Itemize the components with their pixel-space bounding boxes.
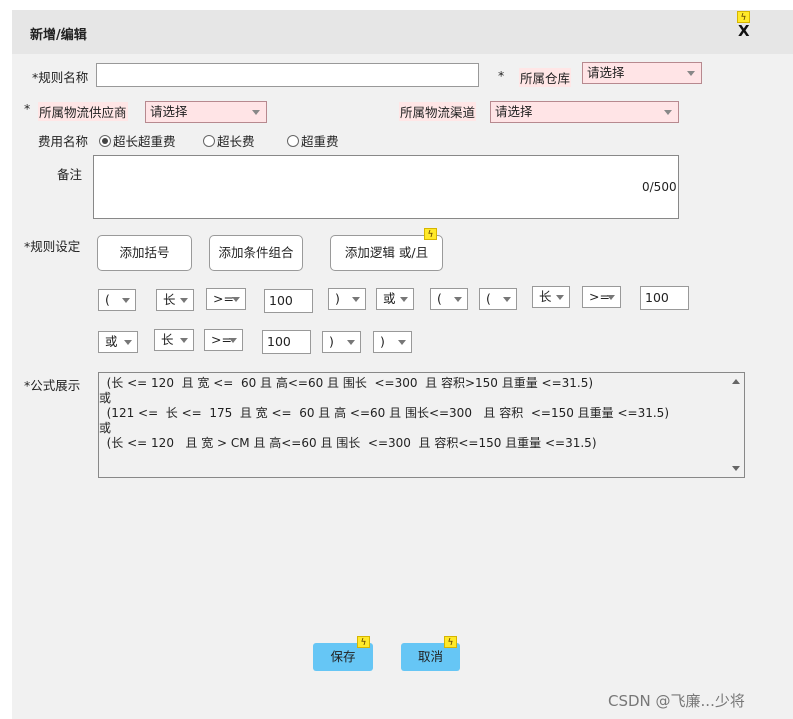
add-logic-button[interactable]: 添加逻辑 或/且 — [330, 235, 443, 271]
chevron-down-icon — [122, 298, 130, 303]
supplier-required-star: * — [24, 101, 31, 116]
bolt-icon: ϟ — [424, 228, 437, 240]
condition-select[interactable]: ( — [98, 289, 136, 311]
condition-select[interactable]: ( — [430, 288, 468, 310]
chevron-down-icon — [400, 297, 408, 302]
chevron-down-icon — [556, 295, 564, 300]
rules-label: *规则设定 — [24, 239, 81, 254]
chevron-down-icon — [180, 298, 188, 303]
chevron-down-icon — [454, 297, 462, 302]
chevron-down-icon — [503, 297, 511, 302]
radio-icon — [287, 135, 299, 147]
chevron-down-icon — [124, 340, 132, 345]
formula-line: (长 <= 120 且 宽 <= 60 且 高<=60 且 围长 <=300 且… — [99, 376, 594, 390]
chevron-down-icon — [229, 338, 237, 343]
rule-name-input[interactable] — [96, 63, 479, 87]
close-icon[interactable]: X — [738, 22, 750, 40]
logic-select[interactable]: 或 — [376, 288, 414, 310]
chevron-down-icon — [180, 338, 188, 343]
formula-display: (长 <= 120 且 宽 <= 60 且 高<=60 且 围长 <=300 且… — [98, 372, 745, 478]
value-input[interactable]: 100 — [640, 286, 689, 310]
condition-select-value: ( — [437, 291, 442, 306]
add-condition-group-button[interactable]: 添加条件组合 — [209, 235, 303, 271]
formula-line: (121 <= 长 <= 175 且 宽 <= 60 且 高 <=60 且 围长… — [99, 406, 669, 420]
fee-option-label: 超长费 — [217, 134, 255, 149]
operator-select[interactable]: >= — [582, 286, 621, 308]
formula-line: 或 — [99, 421, 112, 435]
condition-select-value: 长 — [539, 289, 552, 304]
fee-option-label: 超长超重费 — [113, 134, 176, 149]
logic-select-value: 或 — [383, 291, 396, 306]
operator-select[interactable]: >= — [206, 288, 246, 310]
chevron-down-icon — [252, 110, 260, 115]
condition-select[interactable]: ) — [322, 331, 361, 353]
chevron-down-icon — [607, 295, 615, 300]
condition-select[interactable]: 长 — [154, 329, 194, 351]
channel-select[interactable]: 请选择 — [490, 101, 679, 123]
chevron-down-icon — [352, 297, 360, 302]
radio-icon — [203, 135, 215, 147]
chevron-down-icon — [687, 71, 695, 76]
logic-select[interactable]: 或 — [98, 331, 138, 353]
chevron-down-icon — [664, 110, 672, 115]
scroll-down-arrow-icon[interactable] — [732, 466, 740, 471]
scroll-up-arrow-icon[interactable] — [732, 379, 740, 384]
chevron-down-icon — [232, 297, 240, 302]
dialog-title: 新增/编辑 — [30, 28, 87, 43]
condition-select-value: ( — [486, 291, 491, 306]
supplier-label: 所属物流供应商 — [38, 102, 128, 121]
condition-select[interactable]: ) — [373, 331, 412, 353]
formula-label: *公式展示 — [24, 378, 81, 393]
rule-name-label: *规则名称 — [32, 70, 89, 85]
condition-select-value: ( — [105, 292, 110, 307]
condition-select-value: ) — [329, 334, 334, 349]
warehouse-label: 所属仓库 — [519, 68, 572, 87]
warehouse-required-star: * — [498, 68, 505, 83]
condition-select[interactable]: 长 — [156, 289, 194, 311]
supplier-select-value: 请选择 — [150, 104, 188, 119]
warehouse-select-value: 请选择 — [587, 65, 625, 80]
fee-option-overlong-overweight[interactable]: 超长超重费 — [99, 131, 176, 150]
channel-label: 所属物流渠道 — [399, 102, 477, 121]
fee-label: 费用名称 — [38, 134, 89, 149]
condition-select-value: 长 — [161, 332, 174, 347]
logic-select-value: 或 — [105, 334, 118, 349]
condition-select-value: 长 — [163, 292, 176, 307]
value-input[interactable]: 100 — [262, 330, 311, 354]
channel-select-value: 请选择 — [495, 104, 533, 119]
fee-option-label: 超重费 — [301, 134, 339, 149]
fee-option-overweight[interactable]: 超重费 — [287, 131, 339, 150]
condition-select-value: ) — [335, 291, 340, 306]
warehouse-select[interactable]: 请选择 — [582, 62, 702, 84]
remark-textarea[interactable] — [93, 155, 679, 219]
add-bracket-button[interactable]: 添加括号 — [97, 235, 192, 271]
operator-select[interactable]: >= — [204, 329, 243, 351]
condition-select[interactable]: 长 — [532, 286, 570, 308]
radio-checked-icon — [99, 135, 111, 147]
chevron-down-icon — [398, 340, 406, 345]
chevron-down-icon — [347, 340, 355, 345]
fee-option-overlong[interactable]: 超长费 — [203, 131, 255, 150]
formula-line: (长 <= 120 且 宽 > CM 且 高<=60 且 围长 <=300 且 … — [99, 436, 597, 450]
condition-select-value: ) — [380, 334, 385, 349]
operator-select-value: >= — [213, 291, 234, 306]
condition-select[interactable]: ( — [479, 288, 517, 310]
formula-line: 或 — [99, 391, 112, 405]
condition-select[interactable]: ) — [328, 288, 366, 310]
remark-counter: 0/500 — [642, 180, 677, 194]
bolt-icon: ϟ — [444, 636, 457, 648]
watermark: CSDN @飞廉...少将 — [608, 692, 745, 710]
bolt-icon: ϟ — [357, 636, 370, 648]
dialog-titlebar — [12, 10, 793, 54]
supplier-select[interactable]: 请选择 — [145, 101, 267, 123]
remark-label: 备注 — [57, 167, 83, 182]
value-input[interactable]: 100 — [264, 289, 313, 313]
